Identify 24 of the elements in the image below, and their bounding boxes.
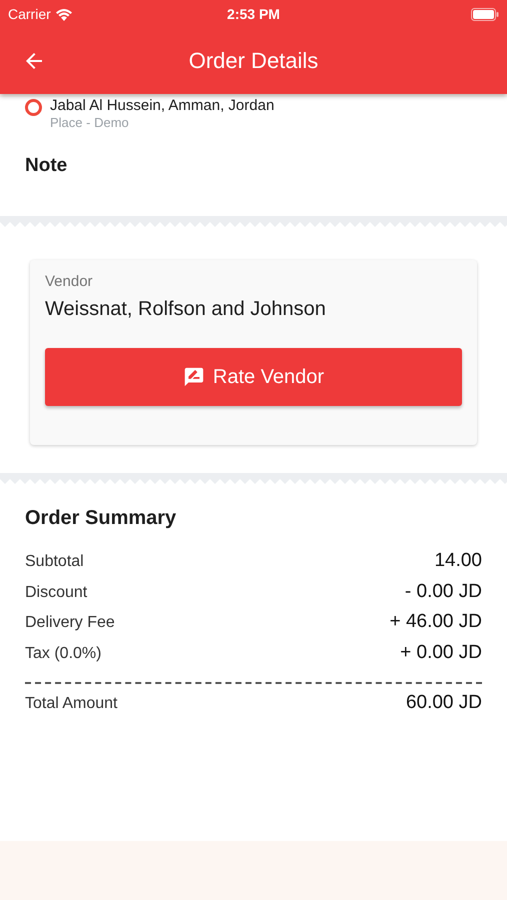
summary-label: Tax (0.0%) — [25, 644, 102, 662]
order-summary-heading: Order Summary — [25, 507, 178, 530]
vendor-name: Weissnat, Rolfson and Johnson — [45, 298, 327, 321]
summary-value: 14.00 — [434, 550, 482, 572]
address-line: Jabal Al Hussein, Amman, Jordan — [50, 97, 274, 114]
summary-label: Delivery Fee — [25, 614, 115, 632]
wifi-icon — [54, 8, 73, 20]
place-label: Place - Demo — [50, 115, 130, 130]
status-time: 2:53 PM — [227, 6, 280, 22]
summary-label: Subtotal — [25, 553, 84, 571]
rate-vendor-button[interactable]: Rate Vendor — [45, 348, 462, 406]
battery-icon — [471, 8, 499, 20]
total-value: 60.00 JD — [406, 692, 482, 714]
note-heading: Note — [24, 155, 68, 177]
summary-value: + 46.00 JD — [390, 611, 482, 633]
rate-review-icon — [182, 366, 205, 388]
location-pin-icon — [25, 99, 42, 116]
page-title: Order Details — [188, 48, 320, 74]
total-label: Total Amount — [25, 695, 118, 713]
summary-value: + 0.00 JD — [400, 642, 482, 664]
vendor-label: Vendor — [45, 273, 94, 290]
carrier-label: Carrier — [8, 6, 51, 22]
summary-label: Discount — [25, 584, 88, 602]
summary-value: - 0.00 JD — [404, 580, 482, 602]
